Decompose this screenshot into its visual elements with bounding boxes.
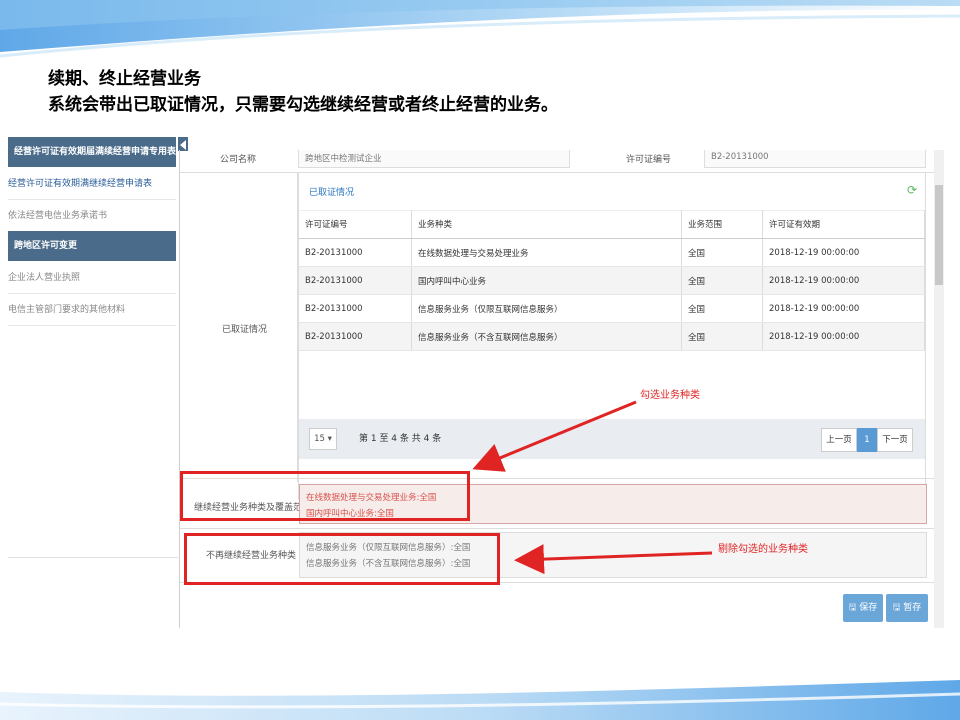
- column-header: 业务种类: [411, 210, 682, 239]
- table-row[interactable]: B2-20131000 国内呼叫中心业务 全国 2018-12-19 00:00…: [299, 266, 925, 295]
- scrollbar-thumb[interactable]: [935, 185, 943, 285]
- top-banner: [0, 0, 960, 58]
- vertical-scrollbar[interactable]: [934, 150, 944, 628]
- licenses-table: 许可证编号 业务种类 业务范围 许可证有效期 B2-20131000 在线数据处…: [299, 210, 925, 351]
- sidebar-item-special-form[interactable]: 经营许可证有效期届满续经营申请专用表格: [8, 137, 176, 167]
- table-cell: 2018-12-19 00:00:00: [762, 322, 925, 351]
- slide-subtitle: 系统会带出已取证情况，只需要勾选继续经营或者终止经营的业务。: [48, 95, 558, 115]
- bottom-wave: [0, 680, 960, 720]
- panel-title: 已取证情况: [309, 188, 355, 198]
- sidebar-item-renewal-application[interactable]: 经营许可证有效期满继续经营申请表: [8, 169, 176, 200]
- table-cell: 2018-12-19 00:00:00: [762, 294, 925, 323]
- table-cell: 全国: [681, 238, 763, 267]
- annotation-frame-stop: [184, 533, 500, 585]
- divider: [180, 528, 934, 529]
- page-1-button[interactable]: 1: [857, 428, 877, 452]
- annotation-remove-type: 剔除勾选的业务种类: [718, 544, 808, 555]
- table-cell: 全国: [681, 294, 763, 323]
- annotation-select-type: 勾选业务种类: [640, 390, 700, 401]
- panel-header: 已取证情况 ⟳: [299, 173, 925, 211]
- table-cell: 2018-12-19 00:00:00: [762, 266, 925, 295]
- table-cell: 全国: [681, 322, 763, 351]
- company-name-label: 公司名称: [220, 155, 257, 165]
- draft-button[interactable]: 🖫 暂存: [886, 594, 928, 622]
- column-header: 许可证编号: [299, 210, 412, 239]
- table-cell: B2-20131000: [299, 294, 412, 323]
- pagination-info: 第 1 至 4 条 共 4 条: [359, 434, 442, 444]
- sidebar-item-commitment-letter[interactable]: 依法经营电信业务承诺书: [8, 201, 176, 232]
- save-button[interactable]: 🖫 保存: [843, 594, 883, 622]
- prev-page-button[interactable]: 上一页: [821, 428, 857, 452]
- column-header: 业务范围: [681, 210, 763, 239]
- slide-title: 续期、终止经营业务: [48, 69, 201, 89]
- table-row[interactable]: B2-20131000 信息服务业务（不含互联网信息服务） 全国 2018-12…: [299, 322, 925, 351]
- next-page-button[interactable]: 下一页: [877, 428, 913, 452]
- sidebar: 经营许可证有效期届满续经营申请专用表格 经营许可证有效期满继续经营申请表 依法经…: [8, 137, 178, 558]
- obtained-licenses-panel: 已取证情况 ⟳ 许可证编号 业务种类 业务范围 许可证有效期 B2-201310…: [298, 172, 926, 500]
- table-cell: 信息服务业务（不含互联网信息服务）: [411, 322, 682, 351]
- table-cell: 在线数据处理与交易处理业务: [411, 238, 682, 267]
- annotation-frame-continue: [180, 471, 470, 521]
- save-icon: 🖫: [848, 603, 857, 613]
- page-size-select[interactable]: 15 ▾: [309, 428, 337, 450]
- table-cell: 国内呼叫中心业务: [411, 266, 682, 295]
- table-cell: 全国: [681, 266, 763, 295]
- sidebar-item-cross-region-change[interactable]: 跨地区许可变更: [8, 231, 176, 261]
- obtained-licenses-label: 已取证情况: [222, 325, 268, 335]
- sidebar-item-business-license[interactable]: 企业法人营业执照: [8, 263, 176, 294]
- table-cell: 2018-12-19 00:00:00: [762, 238, 925, 267]
- table-cell: B2-20131000: [299, 238, 412, 267]
- company-name-field[interactable]: 跨地区中检测试企业: [298, 150, 570, 168]
- table-cell: B2-20131000: [299, 266, 412, 295]
- table-row[interactable]: B2-20131000 在线数据处理与交易处理业务 全国 2018-12-19 …: [299, 238, 925, 267]
- column-header: 许可证有效期: [762, 210, 925, 239]
- table-cell: 信息服务业务（仅限互联网信息服务）: [411, 294, 682, 323]
- license-number-label: 许可证编号: [626, 155, 672, 165]
- table-row[interactable]: B2-20131000 信息服务业务（仅限互联网信息服务） 全国 2018-12…: [299, 294, 925, 323]
- save-icon: 🖫: [892, 603, 901, 613]
- license-number-field[interactable]: B2-20131000: [704, 150, 926, 168]
- collapse-sidebar-button[interactable]: [178, 137, 188, 151]
- table-cell: B2-20131000: [299, 322, 412, 351]
- table-header-row: 许可证编号 业务种类 业务范围 许可证有效期: [299, 210, 925, 239]
- refresh-icon[interactable]: ⟳: [907, 183, 917, 197]
- pagination-bar: 15 ▾ 第 1 至 4 条 共 4 条 上一页 1 下一页: [299, 419, 925, 459]
- sidebar-item-other-materials[interactable]: 电信主管部门要求的其他材料: [8, 295, 176, 326]
